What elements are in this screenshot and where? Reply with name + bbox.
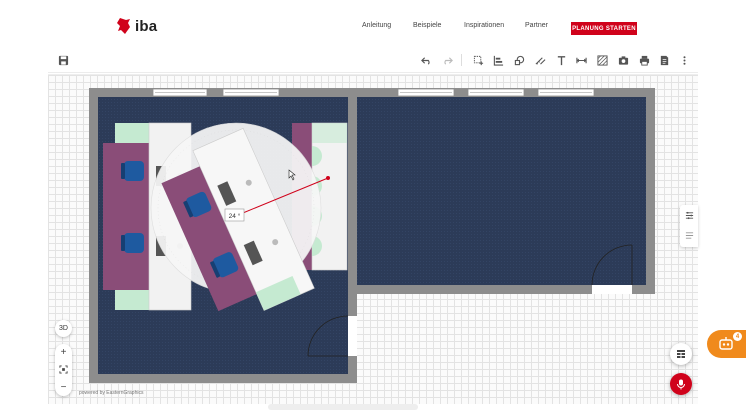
catalog-button[interactable] bbox=[670, 343, 692, 365]
angle-label: 24 ° bbox=[229, 212, 241, 220]
room-floor-right[interactable] bbox=[357, 97, 646, 285]
office-chair[interactable] bbox=[121, 161, 144, 181]
microphone-icon bbox=[677, 379, 685, 389]
scroll-indicator[interactable] bbox=[268, 404, 418, 410]
zoom-out-icon[interactable]: − bbox=[55, 379, 72, 396]
3d-view-button[interactable]: 3D bbox=[55, 320, 72, 337]
zoom-controls: + − bbox=[55, 344, 72, 396]
properties-icon[interactable] bbox=[683, 209, 695, 221]
voice-input-button[interactable] bbox=[670, 373, 692, 395]
powered-by-credit: powered by EasternGraphics bbox=[79, 390, 144, 396]
catalog-icon bbox=[677, 350, 685, 358]
zoom-in-icon[interactable]: + bbox=[55, 344, 72, 361]
fit-view-icon[interactable] bbox=[55, 361, 72, 378]
floor-plan[interactable]: 24 ° bbox=[0, 0, 746, 419]
office-chair[interactable] bbox=[121, 233, 144, 253]
list-icon[interactable] bbox=[683, 229, 695, 241]
side-panel-tab bbox=[680, 205, 698, 247]
chat-badge: 4 bbox=[733, 332, 742, 341]
